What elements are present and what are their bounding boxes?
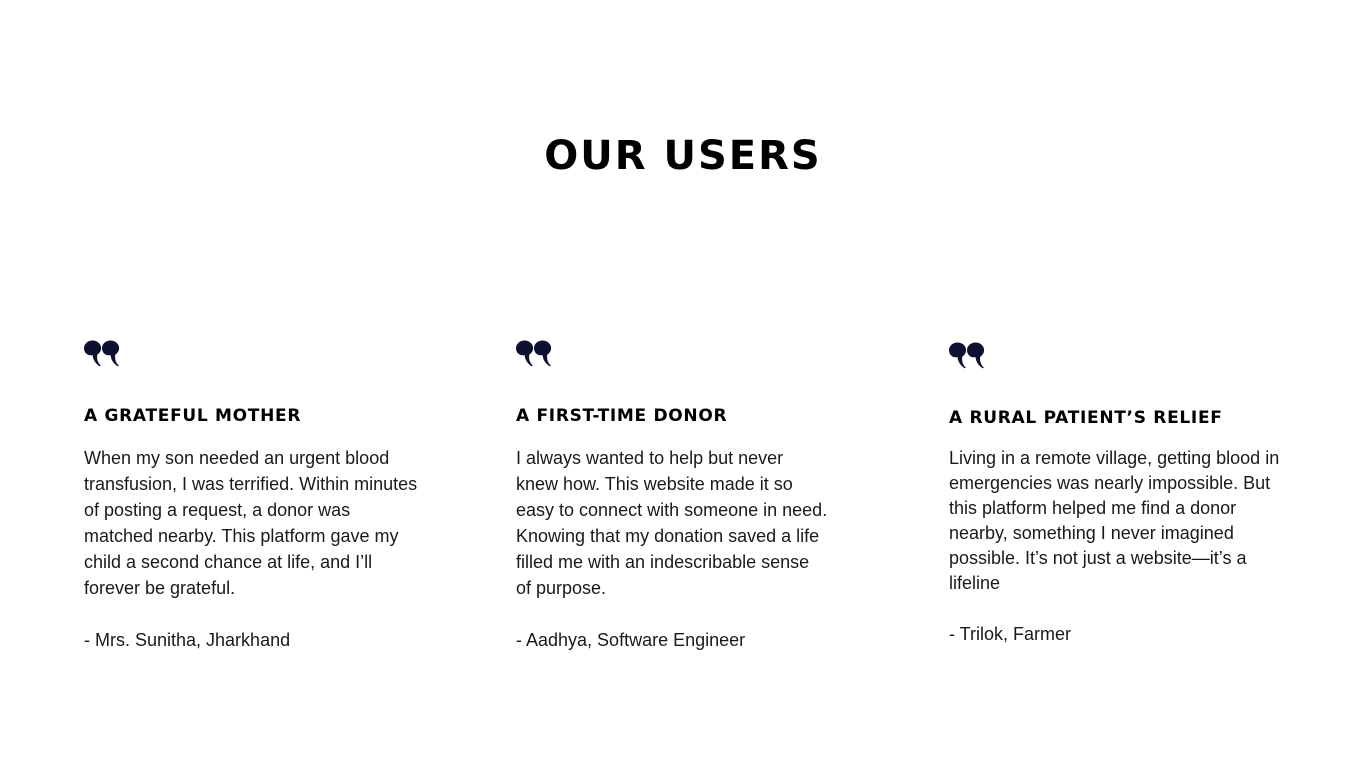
card-author: - Mrs. Sunitha, Jharkhand <box>84 630 291 650</box>
testimonial-card: A RURAL PATIENT’S RELIEF Living in a rem… <box>949 342 1289 672</box>
card-title: A RURAL PATIENT’S RELIEF <box>949 408 1223 428</box>
testimonial-card: A GRATEFUL MOTHER When my son needed an … <box>84 340 424 670</box>
card-author: - Aadhya, Software Engineer <box>516 630 746 650</box>
card-title: A GRATEFUL MOTHER <box>84 406 302 426</box>
card-author: - Trilok, Farmer <box>949 624 1072 644</box>
card-title: A FIRST-TIME DONOR <box>516 406 728 426</box>
quote-icon <box>84 340 424 368</box>
quote-icon <box>516 340 836 368</box>
quote-icon <box>949 342 1289 370</box>
section-title: OUR USERS <box>544 133 822 179</box>
testimonial-card: A FIRST-TIME DONOR I always wanted to he… <box>516 340 836 670</box>
card-body: Living in a remote village, getting bloo… <box>949 448 1280 593</box>
card-body: When my son needed an urgent blood trans… <box>84 448 418 598</box>
card-body: I always wanted to help but never knew h… <box>516 448 828 598</box>
